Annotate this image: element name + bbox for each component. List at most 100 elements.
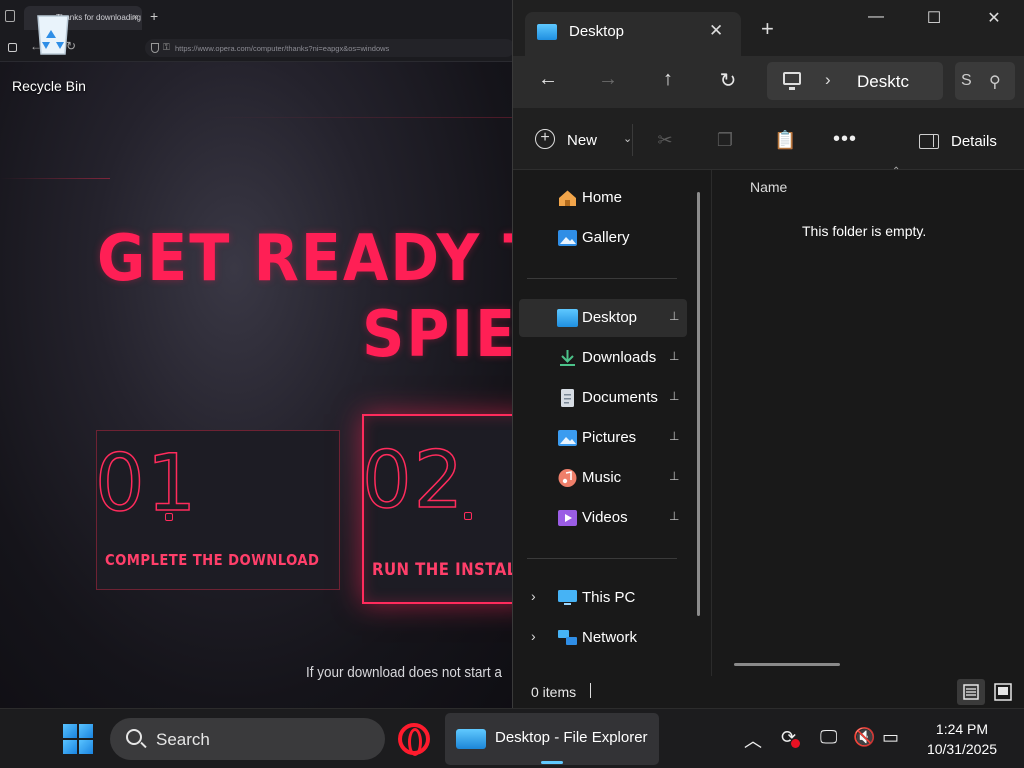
pin-icon[interactable]: ⊥ [669, 469, 679, 483]
close-button[interactable]: ✕ [971, 8, 1017, 30]
nav-item-desktop[interactable]: Desktop ⊥ [519, 299, 687, 337]
home-icon [559, 190, 576, 206]
nav-item-gallery[interactable]: Gallery [519, 219, 687, 257]
nav-item-home[interactable]: Home [519, 179, 687, 217]
display-icon[interactable]: 🖵 [820, 727, 837, 748]
decorative-neon-line [205, 117, 520, 118]
step-1-number: 01 [94, 438, 199, 530]
step-card-2: 02 RUN THE INSTAL [361, 414, 520, 604]
recycle-bin-shortcut[interactable]: Recycle Bin [6, 6, 96, 96]
pictures-icon [558, 430, 577, 446]
show-hidden-icons-chevron-icon[interactable]: ︿ [744, 727, 762, 753]
pin-icon[interactable]: ⊥ [669, 509, 679, 523]
browser-url-field[interactable]: ⚿ https://www.opera.com/computer/thanks?… [145, 39, 515, 57]
download-note-text: If your download does not start a [306, 664, 502, 681]
file-list-area[interactable]: ⌃ Name This folder is empty. [712, 166, 1024, 676]
minimize-button[interactable]: — [853, 8, 899, 30]
large-icons-view-icon [994, 683, 1012, 701]
refresh-icon[interactable]: ↻ [713, 68, 743, 94]
nav-item-downloads[interactable]: Downloads ⊥ [519, 339, 687, 377]
start-button[interactable] [63, 724, 93, 754]
navigation-pane: Home Gallery Desktop ⊥ Downloads ⊥ Docum… [513, 170, 711, 676]
column-header-name[interactable]: Name [750, 179, 787, 195]
taskbar-search-label: Search [156, 730, 210, 749]
new-button-label: New [567, 132, 598, 149]
recycle-bin-label: Recycle Bin [12, 78, 86, 94]
address-breadcrumb[interactable]: › Desktc [767, 62, 943, 100]
status-separator [590, 683, 591, 698]
browser-new-tab-button[interactable]: + [150, 8, 158, 24]
breadcrumb-current[interactable]: Desktc [857, 72, 909, 92]
nav-item-pictures[interactable]: Pictures ⊥ [519, 419, 687, 457]
paste-icon[interactable]: 📋 [774, 130, 796, 150]
maximize-button[interactable]: ☐ [911, 8, 957, 30]
videos-icon [558, 510, 577, 526]
nav-item-this-pc[interactable]: › This PC [519, 579, 687, 617]
explorer-tab-desktop[interactable]: Desktop ✕ [525, 12, 741, 56]
nav-item-label: Pictures [582, 429, 637, 446]
nav-item-label: Home [582, 189, 623, 206]
step-2-caption: RUN THE INSTAL [372, 560, 517, 580]
battery-icon[interactable]: ▭ [882, 727, 899, 748]
explorer-new-tab-button[interactable]: + [761, 18, 774, 40]
file-explorer-taskbar-button[interactable]: Desktop - File Explorer [445, 713, 659, 765]
up-arrow-icon[interactable]: ↑ [653, 68, 683, 94]
music-icon [558, 469, 577, 487]
file-explorer-task-label: Desktop - File Explorer [495, 729, 648, 746]
explorer-search-box[interactable]: S ⚲ [955, 62, 1015, 100]
pin-icon[interactable]: ⊥ [669, 349, 679, 363]
pin-icon[interactable]: ⊥ [669, 429, 679, 443]
chevron-right-icon[interactable]: › [531, 628, 536, 644]
system-clock[interactable]: 1:24 PM 10/31/2025 [912, 719, 1012, 759]
nav-item-label: Downloads [582, 349, 657, 366]
this-pc-icon [783, 72, 801, 90]
more-options-button[interactable]: ••• [833, 128, 857, 151]
chevron-right-icon[interactable]: › [531, 588, 536, 604]
clock-time: 1:24 PM [935, 721, 989, 737]
nav-item-network[interactable]: › Network [519, 619, 687, 657]
sync-icon[interactable]: ⟳ [781, 727, 800, 748]
opera-browser-window: Thanks for downloading Opera × + ← ↻ ⚿ h… [0, 0, 520, 708]
cut-icon[interactable]: ✂ [654, 130, 676, 150]
breadcrumb-separator-icon: › [825, 70, 831, 89]
opera-browser-taskbar-icon[interactable] [398, 723, 430, 756]
file-explorer-window: Desktop ✕ + — ☐ ✕ ← → ↑ ↻ › Desktc S ⚲ +… [512, 0, 1024, 708]
copy-icon[interactable]: ❐ [714, 130, 736, 150]
nav-item-label: This PC [582, 589, 636, 606]
nav-item-documents[interactable]: Documents ⊥ [519, 379, 687, 417]
forward-arrow-icon[interactable]: → [593, 68, 623, 94]
explorer-command-bar: + New ⌄ ✂ ❐ 📋 ••• Details [513, 108, 1024, 170]
explorer-title-bar: Desktop ✕ + — ☐ ✕ [513, 0, 1024, 56]
nav-item-videos[interactable]: Videos ⊥ [519, 499, 687, 537]
back-arrow-icon[interactable]: ← [533, 68, 563, 94]
pin-icon[interactable]: ⊥ [669, 309, 679, 323]
windows-logo-tile [63, 740, 77, 754]
pin-icon[interactable]: ⊥ [669, 389, 679, 403]
promo-headline-line1: GET READY TO [97, 222, 520, 296]
search-icon: ⚲ [989, 74, 1001, 91]
nav-item-music[interactable]: Music ⊥ [519, 459, 687, 497]
tiles-view-button[interactable] [989, 679, 1017, 705]
volume-muted-icon[interactable]: 🔇 [853, 727, 875, 748]
nav-item-label: Desktop [582, 309, 638, 326]
explorer-status-bar: 0 items [513, 676, 1024, 708]
nav-pane-scrollbar[interactable] [697, 192, 700, 616]
taskbar-search-box[interactable]: Search [110, 718, 385, 760]
browser-url-text: https://www.opera.com/computer/thanks?ni… [175, 44, 390, 53]
clock-date: 10/31/2025 [926, 741, 998, 757]
taskbar: Search Desktop - File Explorer ︿ ⟳ 🖵 🔇 ▭… [0, 708, 1024, 768]
explorer-tab-close-button[interactable]: ✕ [709, 21, 723, 41]
details-view-button[interactable] [957, 679, 985, 705]
windows-logo-tile [79, 740, 93, 754]
file-explorer-icon [456, 729, 486, 749]
windows-logo-tile [63, 724, 77, 738]
nav-pane-divider [527, 278, 677, 279]
nav-item-label: Videos [582, 509, 628, 526]
browser-tab-close-button[interactable]: × [133, 12, 138, 22]
active-window-indicator [541, 761, 563, 764]
chevron-down-icon: ⌄ [623, 133, 633, 145]
windows-logo-tile [79, 724, 93, 738]
horizontal-scrollbar[interactable] [734, 663, 840, 666]
step-card-1: 01 COMPLETE THE DOWNLOAD [94, 430, 340, 590]
item-count: 0 items [531, 684, 577, 700]
